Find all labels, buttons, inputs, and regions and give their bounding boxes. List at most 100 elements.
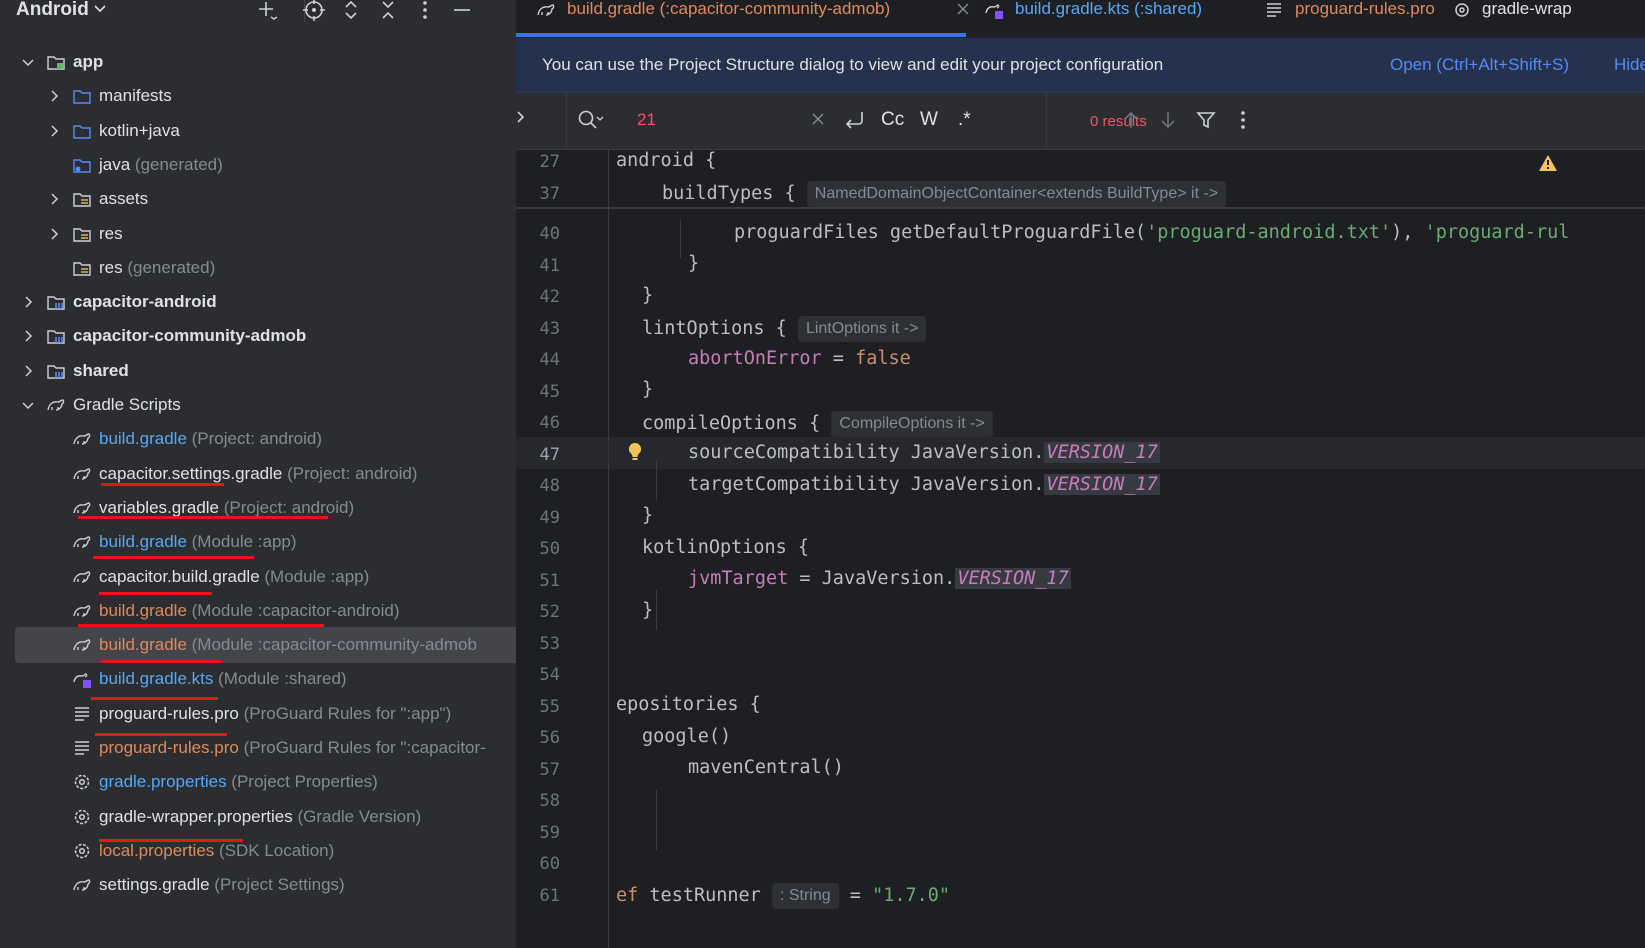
collapse-all-icon[interactable] bbox=[376, 0, 400, 22]
gradle-icon bbox=[73, 433, 91, 445]
tree-item-label: local.properties bbox=[99, 840, 215, 860]
module-folder-icon bbox=[47, 56, 65, 70]
text-file-icon bbox=[1267, 3, 1281, 17]
tree-item[interactable]: build.gradle.kts (Module :shared) bbox=[0, 661, 516, 697]
line-number: 51 bbox=[539, 571, 560, 591]
arrow-up-icon[interactable] bbox=[1119, 108, 1143, 132]
lightbulb-icon[interactable] bbox=[626, 441, 644, 465]
tree-item[interactable]: java (generated) bbox=[0, 147, 516, 183]
tree-item[interactable]: capacitor-community-admob bbox=[0, 318, 516, 354]
tree-item[interactable]: kotlin+java bbox=[0, 113, 516, 149]
line-number: 48 bbox=[539, 476, 560, 496]
chevron-down-icon[interactable] bbox=[20, 54, 36, 70]
open-project-structure-link[interactable]: Open (Ctrl+Alt+Shift+S) bbox=[1390, 55, 1569, 75]
hide-banner-link[interactable]: Hide bbox=[1614, 55, 1645, 75]
line-number: 42 bbox=[539, 287, 560, 307]
hide-panel-icon[interactable] bbox=[450, 0, 474, 22]
arrow-down-icon[interactable] bbox=[1156, 108, 1180, 132]
settings-file-icon bbox=[1455, 3, 1469, 17]
code-line: buildTypes { NamedDomainObjectContainer<… bbox=[662, 181, 1227, 207]
tree-item[interactable]: capacitor.settings.gradle (Project: andr… bbox=[0, 456, 516, 492]
close-icon[interactable] bbox=[956, 2, 970, 16]
tree-item[interactable]: capacitor-android bbox=[0, 284, 516, 320]
tree-item[interactable]: variables.gradle (Project: android) bbox=[0, 490, 516, 526]
gradle-icon bbox=[73, 605, 91, 617]
search-input[interactable]: 21 bbox=[637, 110, 656, 130]
tree-item[interactable]: settings.gradle (Project Settings) bbox=[0, 867, 516, 903]
clear-search-icon[interactable] bbox=[810, 111, 826, 127]
tree-item-label: capacitor-community-admob bbox=[73, 326, 307, 346]
code-line: mavenCentral() bbox=[688, 757, 844, 778]
chevron-right-icon[interactable] bbox=[46, 191, 62, 207]
filter-icon[interactable] bbox=[1194, 108, 1218, 132]
chevron-down-icon[interactable] bbox=[20, 397, 36, 413]
tree-item[interactable]: shared bbox=[0, 353, 516, 389]
more-options-icon[interactable] bbox=[413, 0, 437, 22]
chevron-right-icon[interactable] bbox=[20, 363, 36, 379]
resource-folder-icon bbox=[73, 193, 91, 207]
chevron-right-icon[interactable] bbox=[20, 294, 36, 310]
tree-item-label: app bbox=[73, 52, 104, 71]
search-history-icon[interactable] bbox=[576, 108, 606, 132]
warning-icon[interactable] bbox=[1538, 153, 1558, 173]
annotation-underline bbox=[91, 697, 218, 700]
locate-icon[interactable] bbox=[302, 0, 326, 22]
tab-label: gradle-wrap bbox=[1482, 0, 1572, 18]
tree-item-label: manifests bbox=[99, 86, 172, 106]
chevron-down-icon[interactable] bbox=[92, 0, 108, 16]
folder-icon bbox=[73, 90, 91, 104]
line-number: 57 bbox=[539, 760, 560, 780]
tree-item-label: build.gradle bbox=[99, 532, 187, 552]
settings-file-icon bbox=[74, 775, 90, 790]
chevron-right-icon[interactable] bbox=[46, 88, 62, 104]
tree-item[interactable]: capacitor.build.gradle (Module :app) bbox=[0, 559, 516, 595]
add-icon[interactable] bbox=[256, 0, 280, 22]
tree-item[interactable]: gradle-wrapper.properties (Gradle Versio… bbox=[0, 799, 516, 835]
whole-words-toggle[interactable]: W bbox=[920, 109, 938, 131]
tree-item[interactable]: gradle.properties (Project Properties) bbox=[0, 764, 516, 800]
line-number: 46 bbox=[539, 413, 560, 433]
tree-item[interactable]: assets bbox=[0, 181, 516, 217]
gradle-icon bbox=[537, 4, 555, 16]
tree-item[interactable]: build.gradle (Project: android) bbox=[0, 421, 516, 457]
chevron-right-icon[interactable] bbox=[46, 123, 62, 139]
generated-folder-icon bbox=[73, 159, 91, 173]
code-line: } bbox=[642, 379, 654, 400]
project-view-selector[interactable]: Android bbox=[16, 0, 89, 21]
tree-item[interactable]: build.gradle (Module :capacitor-communit… bbox=[15, 627, 516, 664]
text-file-icon bbox=[75, 706, 89, 721]
tree-item-label: proguard-rules.pro bbox=[99, 738, 239, 757]
regex-toggle[interactable]: .* bbox=[958, 109, 971, 131]
tree-item-hint: (Gradle Version) bbox=[292, 806, 422, 826]
tree-item[interactable]: build.gradle (Module :app) bbox=[0, 524, 516, 560]
tree-item[interactable]: Gradle Scripts bbox=[0, 387, 516, 423]
line-number: 56 bbox=[539, 728, 560, 748]
tree-item[interactable]: proguard-rules.pro (ProGuard Rules for "… bbox=[0, 730, 516, 766]
tree-item[interactable]: res (generated) bbox=[0, 250, 516, 286]
tree-item-hint: (ProGuard Rules for ":capacitor- bbox=[238, 738, 486, 757]
inlay-hint: : String bbox=[771, 883, 839, 909]
tree-item-hint: (ProGuard Rules for ":app") bbox=[238, 703, 452, 723]
tree-item[interactable]: proguard-rules.pro (ProGuard Rules for "… bbox=[0, 696, 516, 732]
code-line: google() bbox=[642, 726, 732, 747]
code-lines[interactable]: 27 android { 37 buildTypes { NamedDomain… bbox=[516, 150, 1645, 948]
editor-tabs: build.gradle (:capacitor-community-admob… bbox=[516, 0, 1645, 38]
tree-item[interactable]: manifests bbox=[0, 78, 516, 114]
chevron-right-icon[interactable] bbox=[20, 328, 36, 344]
tree-item-hint: (Project: android) bbox=[282, 463, 418, 483]
tree-item-label: res bbox=[99, 257, 123, 277]
more-options-icon[interactable] bbox=[1231, 108, 1255, 132]
code-line: abortOnError = false bbox=[688, 348, 911, 369]
tree-item-hint: (Module :capacitor-community-admob bbox=[186, 635, 477, 655]
tree-item[interactable]: app bbox=[0, 44, 516, 80]
active-tab-indicator bbox=[516, 33, 966, 37]
match-case-toggle[interactable]: Cc bbox=[881, 109, 904, 131]
tree-item[interactable]: res bbox=[0, 216, 516, 252]
gradle-icon bbox=[73, 639, 91, 651]
chevron-right-icon[interactable] bbox=[46, 226, 62, 242]
tree-item-label: kotlin+java bbox=[99, 120, 180, 140]
tree-item[interactable]: local.properties (SDK Location) bbox=[0, 833, 516, 869]
expand-all-icon[interactable] bbox=[339, 0, 363, 22]
chevron-right-icon[interactable] bbox=[512, 109, 528, 125]
new-line-icon[interactable] bbox=[842, 108, 866, 132]
